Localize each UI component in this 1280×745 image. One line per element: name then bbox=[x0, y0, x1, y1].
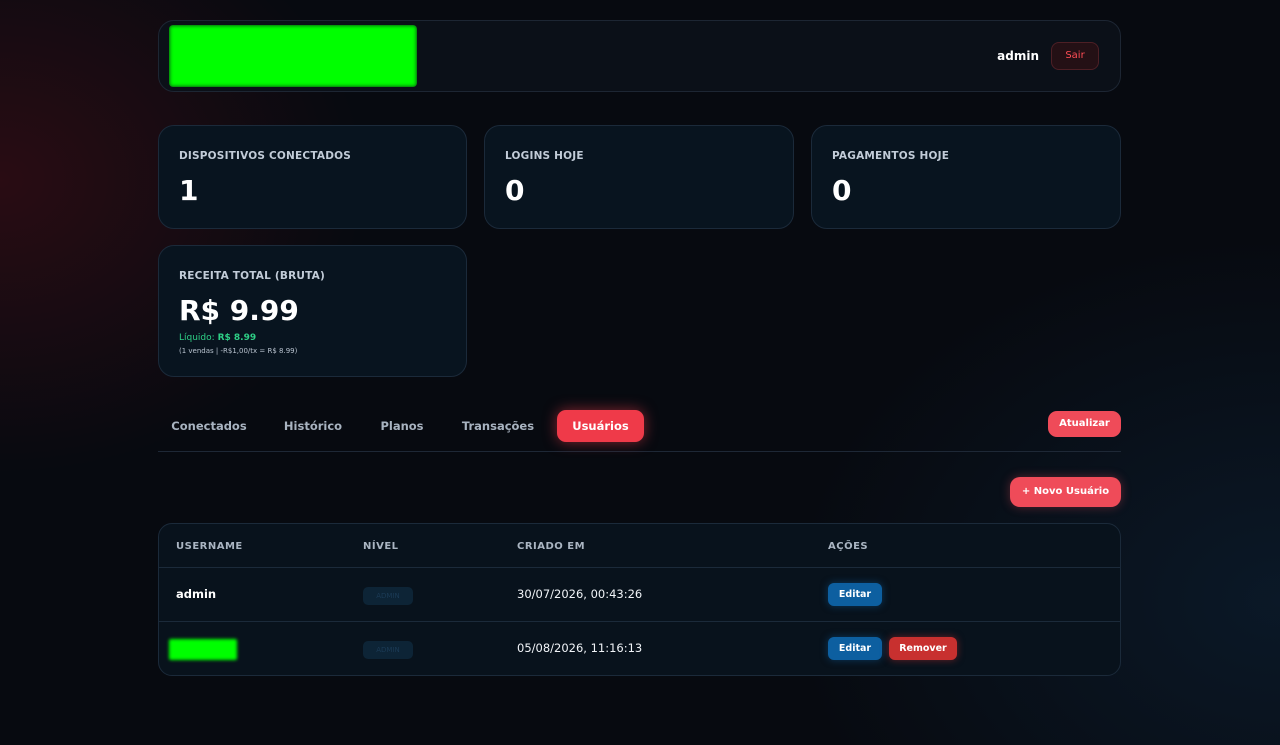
net-revenue: Líquido: R$ 8.99 bbox=[179, 333, 256, 343]
column-header-actions: AÇÕES bbox=[828, 541, 869, 552]
stat-card-logins-today: LOGINS HOJE 0 bbox=[484, 125, 794, 229]
username-redacted bbox=[169, 639, 237, 660]
revenue-detail: (1 vendas | -R$1,00/tx = R$ 8.99) bbox=[179, 347, 298, 355]
created-at-cell: 05/08/2026, 11:16:13 bbox=[517, 641, 643, 655]
stat-card-payments-today: PAGAMENTOS HOJE 0 bbox=[811, 125, 1121, 229]
remove-button[interactable]: Remover bbox=[889, 637, 957, 660]
logo-redaction-block bbox=[169, 25, 417, 87]
tab-usuarios[interactable]: Usuários bbox=[557, 410, 644, 442]
revenue-label: RECEITA TOTAL (BRUTA) bbox=[179, 270, 325, 282]
users-table: USERNAME NÍVEL CRIADO EM AÇÕES admin ADM… bbox=[158, 523, 1121, 676]
tab-bar: Conectados Histórico Planos Transações U… bbox=[158, 410, 1121, 452]
stat-label: PAGAMENTOS HOJE bbox=[832, 150, 950, 162]
edit-button[interactable]: Editar bbox=[828, 637, 882, 660]
tab-transacoes[interactable]: Transações bbox=[452, 410, 544, 442]
tab-conectados[interactable]: Conectados bbox=[162, 410, 256, 442]
table-header: USERNAME NÍVEL CRIADO EM AÇÕES bbox=[159, 524, 1120, 568]
revenue-card: RECEITA TOTAL (BRUTA) R$ 9.99 Líquido: R… bbox=[158, 245, 467, 377]
tab-historico[interactable]: Histórico bbox=[272, 410, 354, 442]
revenue-value: R$ 9.99 bbox=[179, 294, 299, 327]
column-header-username: USERNAME bbox=[176, 541, 243, 552]
level-badge: ADMIN bbox=[363, 641, 413, 659]
net-revenue-value: R$ 8.99 bbox=[217, 333, 257, 343]
logo-redacted bbox=[169, 25, 417, 87]
net-revenue-label: Líquido: bbox=[179, 333, 215, 343]
level-badge: ADMIN bbox=[363, 587, 413, 605]
header-bar: admin Sair bbox=[158, 20, 1121, 92]
stat-card-connected-devices: DISPOSITIVOS CONECTADOS 1 bbox=[158, 125, 467, 229]
stat-value: 0 bbox=[832, 174, 852, 207]
table-row: ADMIN 05/08/2026, 11:16:13 Editar Remove… bbox=[159, 622, 1120, 675]
stat-label: DISPOSITIVOS CONECTADOS bbox=[179, 150, 352, 162]
tab-planos[interactable]: Planos bbox=[370, 410, 434, 442]
logout-button[interactable]: Sair bbox=[1051, 42, 1099, 70]
current-user-name: admin bbox=[997, 49, 1039, 63]
column-header-created: CRIADO EM bbox=[517, 541, 586, 552]
edit-button[interactable]: Editar bbox=[828, 583, 882, 606]
stat-value: 0 bbox=[505, 174, 525, 207]
username-cell: admin bbox=[176, 587, 217, 601]
stat-value: 1 bbox=[179, 174, 199, 207]
refresh-button[interactable]: Atualizar bbox=[1048, 411, 1121, 437]
stat-label: LOGINS HOJE bbox=[505, 150, 584, 162]
column-header-level: NÍVEL bbox=[363, 541, 399, 552]
table-row: admin ADMIN 30/07/2026, 00:43:26 Editar bbox=[159, 568, 1120, 622]
new-user-button[interactable]: + Novo Usuário bbox=[1010, 477, 1121, 507]
created-at-cell: 30/07/2026, 00:43:26 bbox=[517, 587, 643, 601]
